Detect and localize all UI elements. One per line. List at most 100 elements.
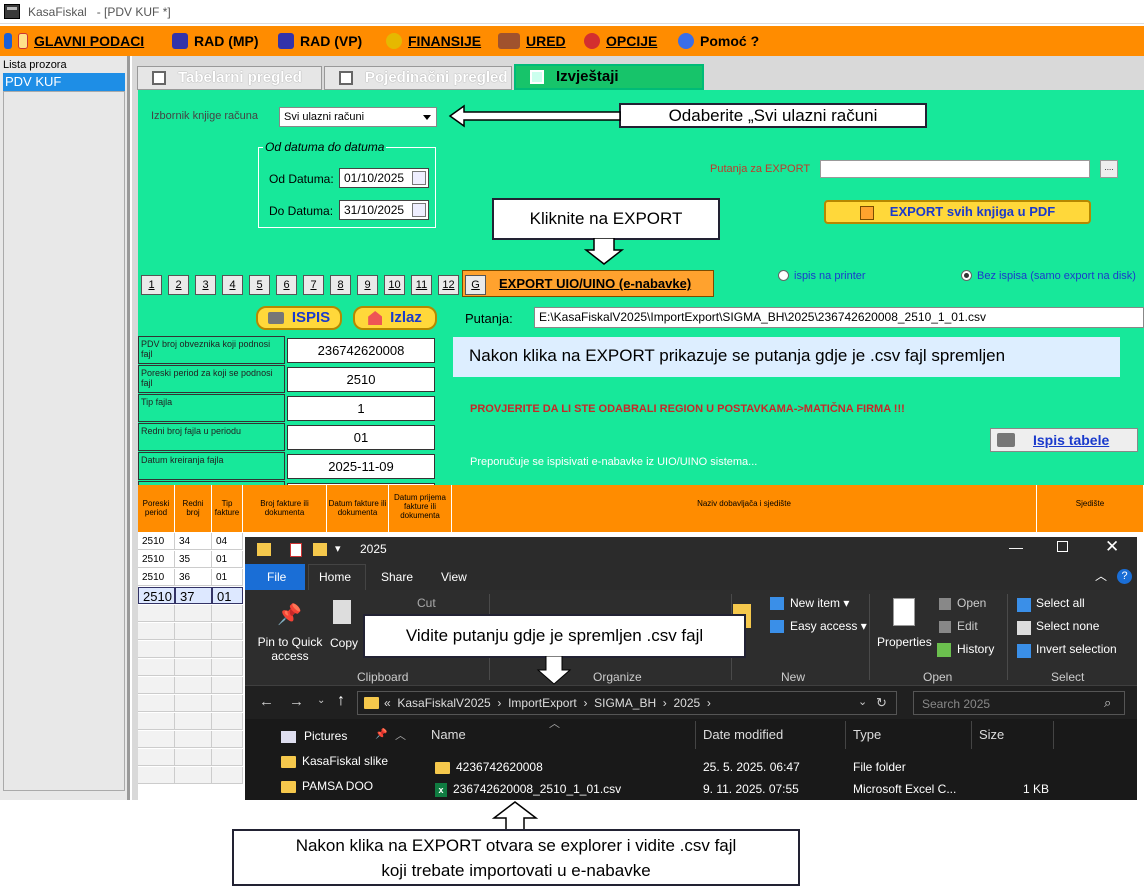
invert-selection-button[interactable]: Invert selection [1036,642,1117,656]
column-date-modified[interactable]: Date modified [703,727,783,742]
window-list-item-pdv-kuf[interactable]: PDV KUF [3,73,125,91]
help-icon[interactable]: ? [1117,569,1132,584]
table-header[interactable]: Tip fakture [212,485,243,532]
address-field[interactable]: « KasaFiskalV2025 › ImportExport › SIGMA… [357,691,897,715]
table-header[interactable]: Redni broj [175,485,212,532]
menu-pomoc[interactable]: Pomoć ? [678,32,759,50]
tab-share[interactable]: Share [381,570,413,584]
column-type[interactable]: Type [853,727,881,742]
menu-opcije[interactable]: OPCIJE [584,32,657,50]
easy-access-button[interactable]: Easy access ▾ [790,619,867,633]
up-icon[interactable]: ↑ [337,692,345,710]
month-button[interactable]: 6 [276,275,297,295]
month-button[interactable]: G [465,275,486,295]
month-button[interactable]: 3 [195,275,216,295]
column-name[interactable]: Name [431,727,466,742]
month-button[interactable]: 10 [384,275,405,295]
forward-icon[interactable]: → [289,693,304,710]
table-cell[interactable]: 2510 [138,569,175,586]
edit-button[interactable]: Edit [957,619,978,633]
file-row-folder[interactable]: 4236742620008 [435,760,543,774]
book-selector-dropdown[interactable]: Svi ulazni računi [279,107,437,127]
menu-finansije[interactable]: FINANSIJE [386,32,481,50]
export-uio-button[interactable]: EXPORT UIO/UINO (e-nabavke) [462,270,714,297]
calendar-icon[interactable] [412,203,426,217]
tab-izvjestaji[interactable]: Izvještaji [514,64,704,90]
column-size[interactable]: Size [979,727,1004,742]
properties-button[interactable]: Properties [877,635,932,649]
table-cell[interactable]: 01 [212,551,243,568]
select-none-button[interactable]: Select none [1036,619,1099,633]
exit-button[interactable]: Izlaz [353,306,437,330]
table-cell[interactable]: 34 [175,533,212,550]
nav-item-pictures[interactable]: Pictures [281,729,347,743]
menu-rad-vp[interactable]: RAD (VP) [278,32,362,50]
search-icon[interactable]: ⌕ [1104,695,1111,711]
properties-icon[interactable] [290,543,302,557]
month-button[interactable]: 1 [141,275,162,295]
chevron-down-icon[interactable]: ▾ [335,542,341,555]
history-button[interactable]: History [957,642,994,656]
tab-tabelarni-pregled[interactable]: Tabelarni pregled [137,66,322,90]
table-cell[interactable]: 2510 [138,551,175,568]
select-all-button[interactable]: Select all [1036,596,1085,610]
export-pdf-button[interactable]: EXPORT svih knjiga u PDF [824,200,1091,224]
month-button[interactable]: 7 [303,275,324,295]
table-header[interactable]: Datum prijema fakture ili dokumenta [389,485,452,532]
path-field[interactable]: E:\KasaFiskalV2025\ImportExport\SIGMA_BH… [534,307,1144,328]
menu-glavni-podaci[interactable]: GLAVNI PODACI [4,32,144,50]
minimize-icon[interactable]: — [1009,539,1023,555]
month-button[interactable]: 12 [438,275,459,295]
browse-button[interactable]: .... [1100,160,1118,178]
table-cell[interactable]: 01 [212,587,243,604]
refresh-icon[interactable]: ↻ [876,695,887,711]
maximize-icon[interactable] [1057,541,1068,552]
print-button[interactable]: ISPIS [256,306,342,330]
tab-home[interactable]: Home [319,570,351,584]
recent-locations-icon[interactable]: ⌄ [317,695,325,706]
to-date-field[interactable]: 31/10/2025 [339,200,429,220]
month-button[interactable]: 11 [411,275,432,295]
table-cell[interactable]: 36 [175,569,212,586]
close-icon[interactable]: ✕ [1105,537,1119,557]
cut-button[interactable]: Cut [417,596,436,610]
table-header[interactable]: Broj fakture ili dokumenta [243,485,327,532]
file-row-csv[interactable]: x 236742620008_2510_1_01.csv [435,782,621,797]
search-field[interactable]: Search 2025 ⌕ [913,691,1125,715]
nav-item-pamsa-doo[interactable]: PAMSA DOO [281,779,373,793]
from-date-field[interactable]: 01/10/2025 [339,168,429,188]
menu-rad-mp[interactable]: RAD (MP) [172,32,259,50]
info-value[interactable]: 236742620008 [287,338,435,363]
export-path-input[interactable] [820,160,1090,178]
month-button[interactable]: 2 [168,275,189,295]
new-item-button[interactable]: New item ▾ [790,596,849,610]
table-cell[interactable]: 35 [175,551,212,568]
calendar-icon[interactable] [412,171,426,185]
new-folder-icon[interactable] [313,543,327,556]
radio-disk[interactable] [961,270,972,281]
table-cell[interactable]: 2510 [138,587,175,604]
table-print-button[interactable]: Ispis tabele [990,428,1138,452]
tab-view[interactable]: View [441,570,467,584]
chevron-up-icon[interactable]: ︿ [1095,567,1107,584]
tab-file[interactable]: File [267,570,286,584]
table-header[interactable]: Poreski period [138,485,175,532]
open-button[interactable]: Open [957,596,986,610]
table-cell[interactable]: 37 [175,587,212,604]
chevron-up-icon[interactable]: ︿ [395,727,406,743]
copy-button[interactable]: Copy [330,636,358,650]
month-button[interactable]: 5 [249,275,270,295]
month-button[interactable]: 4 [222,275,243,295]
pin-quick-access-button[interactable]: Pin to Quick access [255,635,325,663]
month-button[interactable]: 8 [330,275,351,295]
info-value[interactable]: 2025-11-09 [287,454,435,479]
info-value[interactable]: 1 [287,396,435,421]
table-cell[interactable]: 01 [212,569,243,586]
tab-pojedinacni-pregled[interactable]: Pojedinačni pregled [324,66,512,90]
table-header[interactable]: Datum fakture ili dokumenta [327,485,389,532]
table-header[interactable]: Sjedište [1037,485,1144,532]
chevron-down-icon[interactable]: ⌄ [858,695,867,708]
table-cell[interactable]: 2510 [138,533,175,550]
menu-ured[interactable]: URED [498,32,566,50]
info-value[interactable]: 2510 [287,367,435,392]
